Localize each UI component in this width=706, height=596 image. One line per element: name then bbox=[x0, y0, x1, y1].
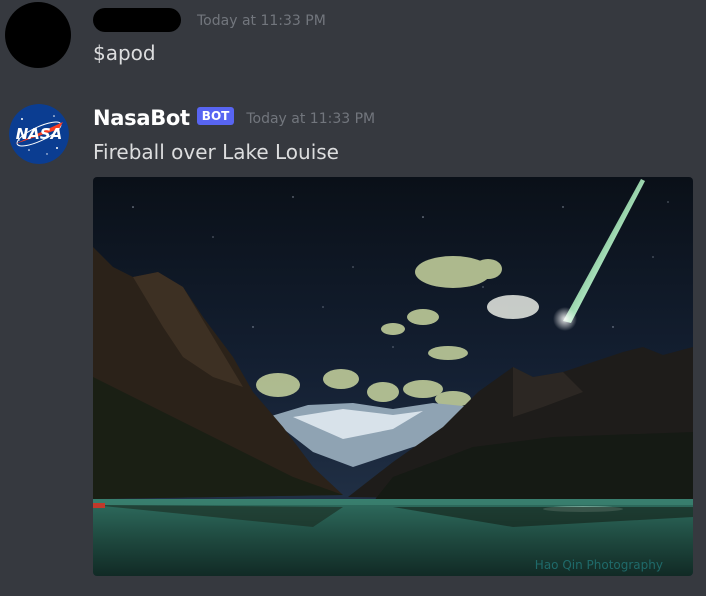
username[interactable]: NasaBot bbox=[93, 106, 190, 130]
user-avatar-redacted[interactable] bbox=[5, 2, 71, 68]
nasa-logo-icon: NASA bbox=[9, 104, 69, 164]
message-content: $apod bbox=[93, 41, 156, 65]
message-item: NASA NasaBot BOT Today at 11:33 PM Fireb… bbox=[0, 96, 706, 596]
message-header: NasaBot BOT Today at 11:33 PM bbox=[93, 106, 375, 130]
message-header: Today at 11:33 PM bbox=[93, 8, 326, 32]
apod-embed-image[interactable]: Hao Qin Photography bbox=[93, 177, 693, 576]
fireball-lake-photo bbox=[93, 177, 693, 576]
svg-text:NASA: NASA bbox=[16, 125, 63, 143]
message-content: Fireball over Lake Louise bbox=[93, 140, 339, 164]
nasa-logo-avatar[interactable]: NASA bbox=[9, 104, 69, 164]
message-item: Today at 11:33 PM $apod bbox=[0, 0, 706, 90]
bot-badge: BOT bbox=[196, 107, 235, 125]
photo-watermark: Hao Qin Photography bbox=[534, 558, 663, 572]
message-timestamp: Today at 11:33 PM bbox=[246, 111, 376, 127]
chat-messages-area: Today at 11:33 PM $apod NASA NasaBot BOT… bbox=[0, 0, 706, 596]
message-timestamp: Today at 11:33 PM bbox=[197, 13, 326, 29]
username-redacted[interactable] bbox=[93, 8, 181, 32]
